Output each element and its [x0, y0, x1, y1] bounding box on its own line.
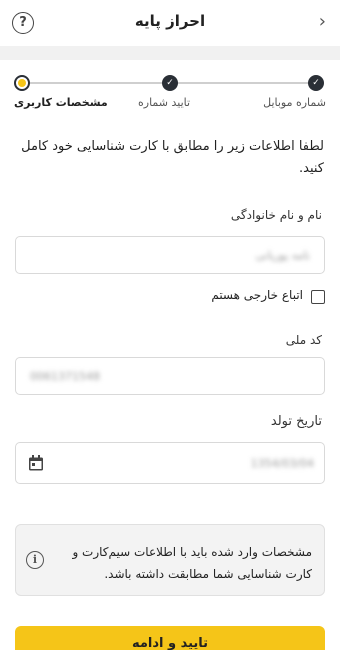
info-notice-text: مشخصات وارد شده باید با اطلاعات سیم‌کارت… — [72, 545, 312, 581]
fullname-input[interactable]: نامه پوریانی — [15, 236, 325, 274]
page-title: احراز پایه — [134, 12, 206, 30]
top-bar: ? احراز پایه › — [0, 0, 340, 46]
fullname-value: نامه پوریانی — [255, 249, 310, 262]
calendar-icon[interactable] — [27, 454, 45, 472]
national-code-input[interactable]: 0061371548 — [15, 357, 325, 395]
fullname-label: نام و نام خانوادگی — [230, 208, 322, 222]
national-code-label: کد ملی — [285, 333, 322, 347]
info-icon: i — [26, 551, 44, 569]
step-dot-active — [14, 75, 30, 91]
birthdate-label: تاریخ تولد — [270, 414, 322, 429]
info-notice: i مشخصات وارد شده باید با اطلاعات سیم‌کا… — [15, 524, 325, 596]
foreign-national-checkbox[interactable] — [311, 290, 325, 304]
confirm-continue-button[interactable]: تایید و ادامه — [15, 626, 325, 650]
step-label-user-details: مشخصات کاربری — [14, 96, 108, 109]
stepper-line — [28, 82, 164, 84]
progress-stepper: ✓ ✓ مشخصات کاربری تایید شماره شماره موبا… — [0, 60, 340, 120]
foreign-national-label: اتباع خارجی هستم — [211, 288, 303, 302]
form-instructions: لطفا اطلاعات زیر را مطابق با کارت شناسای… — [21, 139, 324, 176]
step-check-icon: ✓ — [162, 75, 178, 91]
national-code-value: 0061371548 — [30, 370, 100, 383]
birthdate-value: 1354/03/04 — [250, 457, 314, 470]
birthdate-input[interactable]: 1354/03/04 — [15, 442, 325, 484]
stepper-line — [176, 82, 310, 84]
step-check-icon: ✓ — [308, 75, 324, 91]
header-divider-band — [0, 46, 340, 60]
back-chevron-icon[interactable]: › — [319, 12, 326, 32]
step-label-verify-number: تایید شماره — [138, 96, 191, 109]
step-label-mobile-number: شماره موبایل — [263, 96, 326, 109]
